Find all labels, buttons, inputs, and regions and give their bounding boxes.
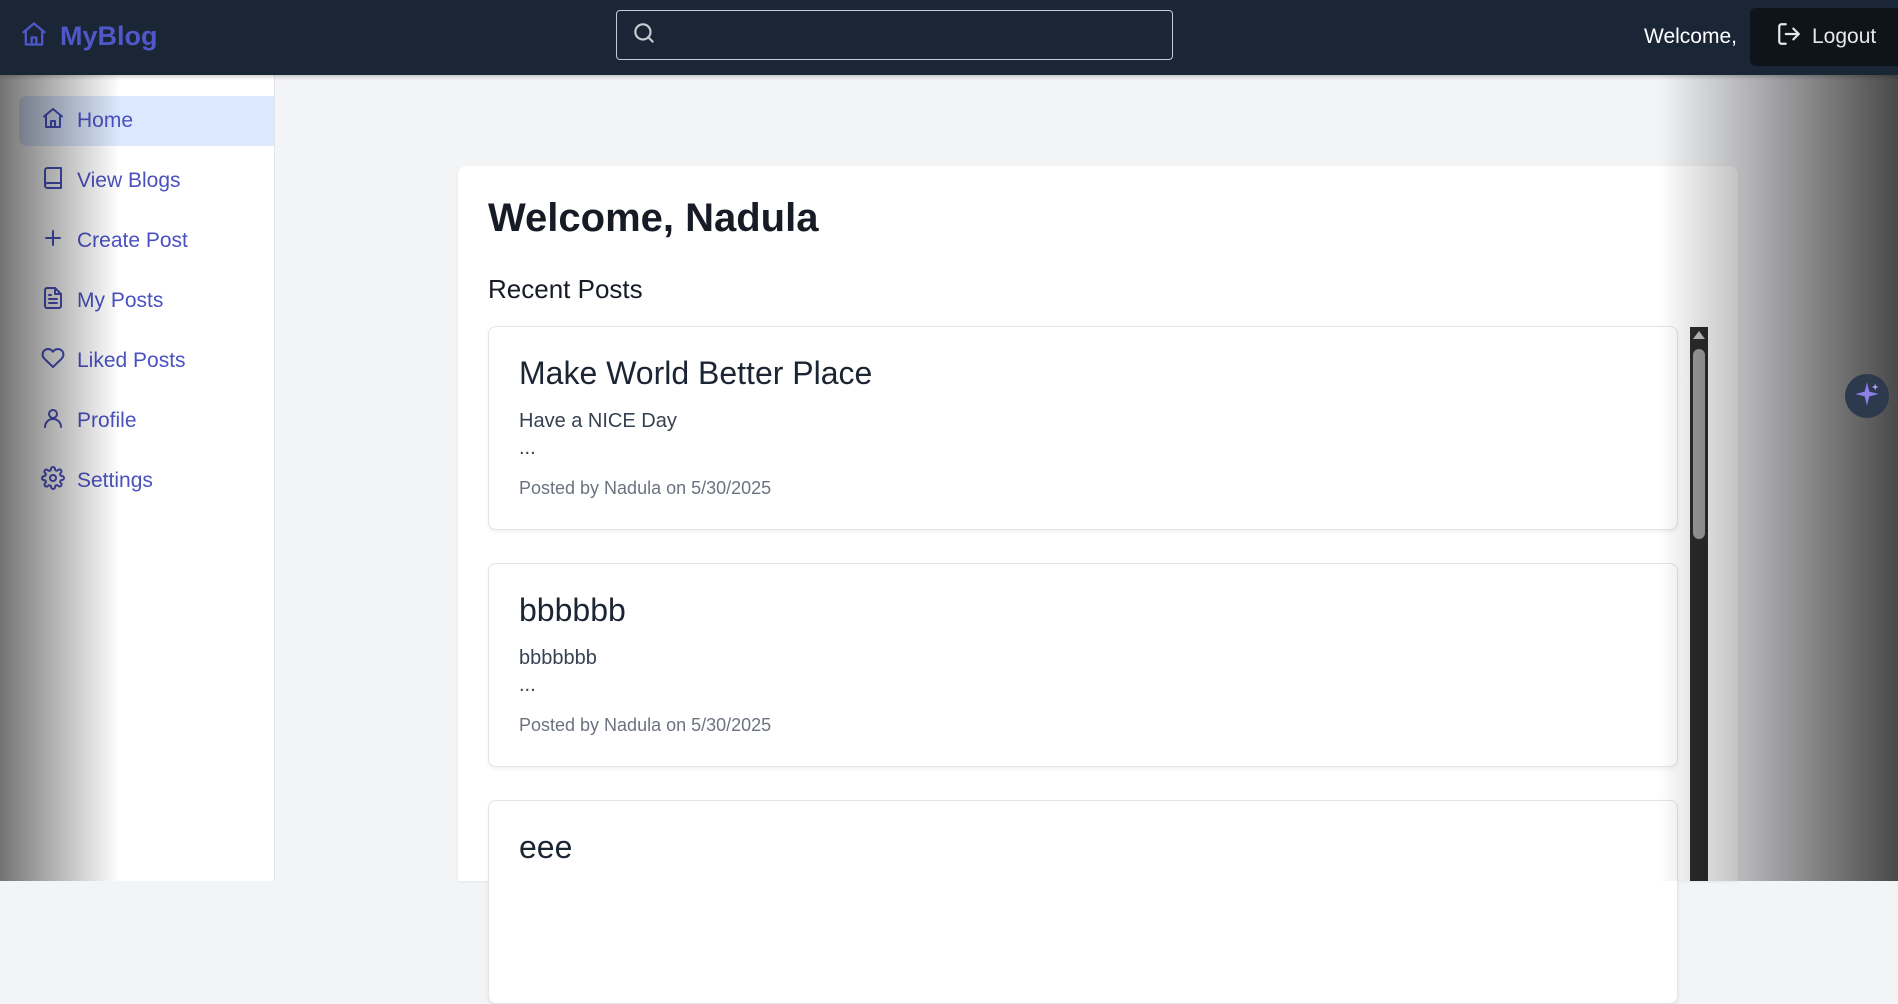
section-title: Recent Posts bbox=[488, 274, 643, 304]
sidebar-item-create-post[interactable]: Create Post bbox=[19, 216, 274, 266]
brand-name: MyBlog bbox=[60, 21, 158, 51]
book-icon bbox=[41, 166, 65, 196]
sidebar-item-label: Settings bbox=[77, 469, 153, 492]
search-input[interactable] bbox=[667, 23, 1172, 47]
post-excerpt: bbbbbbb bbox=[519, 647, 597, 669]
post-excerpt: Have a NICE Day bbox=[519, 410, 677, 432]
gear-icon bbox=[41, 466, 65, 496]
plus-icon bbox=[41, 226, 65, 256]
sidebar-item-label: Profile bbox=[77, 409, 137, 432]
sidebar-item-home[interactable]: Home bbox=[19, 96, 274, 146]
post-card[interactable]: eee bbox=[488, 800, 1678, 1004]
logout-icon bbox=[1776, 21, 1802, 53]
post-meta: Posted by Nadula on 5/30/2025 bbox=[519, 715, 772, 735]
post-card[interactable]: bbbbbb bbbbbbb ... Posted by Nadula on 5… bbox=[488, 563, 1678, 767]
sidebar-item-liked-posts[interactable]: Liked Posts bbox=[19, 336, 274, 386]
post-card[interactable]: Make World Better Place Have a NICE Day … bbox=[488, 326, 1678, 530]
post-title[interactable]: eee bbox=[519, 829, 1647, 866]
heart-icon bbox=[41, 346, 65, 376]
logout-button[interactable]: Logout bbox=[1750, 8, 1898, 66]
search-bar[interactable] bbox=[616, 10, 1173, 60]
brand-link[interactable]: MyBlog bbox=[20, 20, 158, 53]
logout-label: Logout bbox=[1812, 25, 1877, 48]
sidebar-item-label: Create Post bbox=[77, 229, 188, 252]
sparkle-icon bbox=[1853, 380, 1881, 413]
scroll-up-arrow-icon[interactable] bbox=[1693, 331, 1705, 339]
sidebar-item-label: Liked Posts bbox=[77, 349, 186, 372]
page-title: Welcome, Nadula bbox=[488, 196, 819, 240]
post-meta: Posted by Nadula on 5/30/2025 bbox=[519, 478, 772, 498]
post-ellipsis: ... bbox=[519, 674, 536, 696]
sidebar-item-label: Home bbox=[77, 109, 134, 132]
posts-scrollbar[interactable] bbox=[1690, 327, 1708, 881]
sidebar-item-label: View Blogs bbox=[77, 169, 181, 192]
sidebar-item-profile[interactable]: Profile bbox=[19, 396, 274, 446]
home-icon bbox=[41, 106, 65, 136]
sidebar-item-my-posts[interactable]: My Posts bbox=[19, 276, 274, 326]
welcome-text: Welcome, bbox=[1644, 25, 1737, 48]
sidebar-item-label: My Posts bbox=[77, 289, 164, 312]
post-title[interactable]: bbbbbb bbox=[519, 592, 1647, 629]
home-icon bbox=[20, 20, 48, 53]
sidebar: Home View Blogs Create Post My Posts Lik… bbox=[0, 75, 275, 881]
user-icon bbox=[41, 406, 65, 436]
sidebar-item-settings[interactable]: Settings bbox=[19, 456, 274, 506]
main-card: Welcome, Nadula Recent Posts Make World … bbox=[458, 166, 1738, 1004]
document-icon bbox=[41, 286, 65, 316]
post-ellipsis: ... bbox=[519, 437, 536, 459]
sidebar-item-view-blogs[interactable]: View Blogs bbox=[19, 156, 274, 206]
top-navbar: MyBlog Welcome, Logout bbox=[0, 0, 1898, 75]
post-title[interactable]: Make World Better Place bbox=[519, 355, 1647, 392]
search-icon bbox=[617, 20, 657, 51]
assistant-sparkle-button[interactable] bbox=[1845, 374, 1889, 418]
scroll-thumb[interactable] bbox=[1693, 349, 1705, 539]
